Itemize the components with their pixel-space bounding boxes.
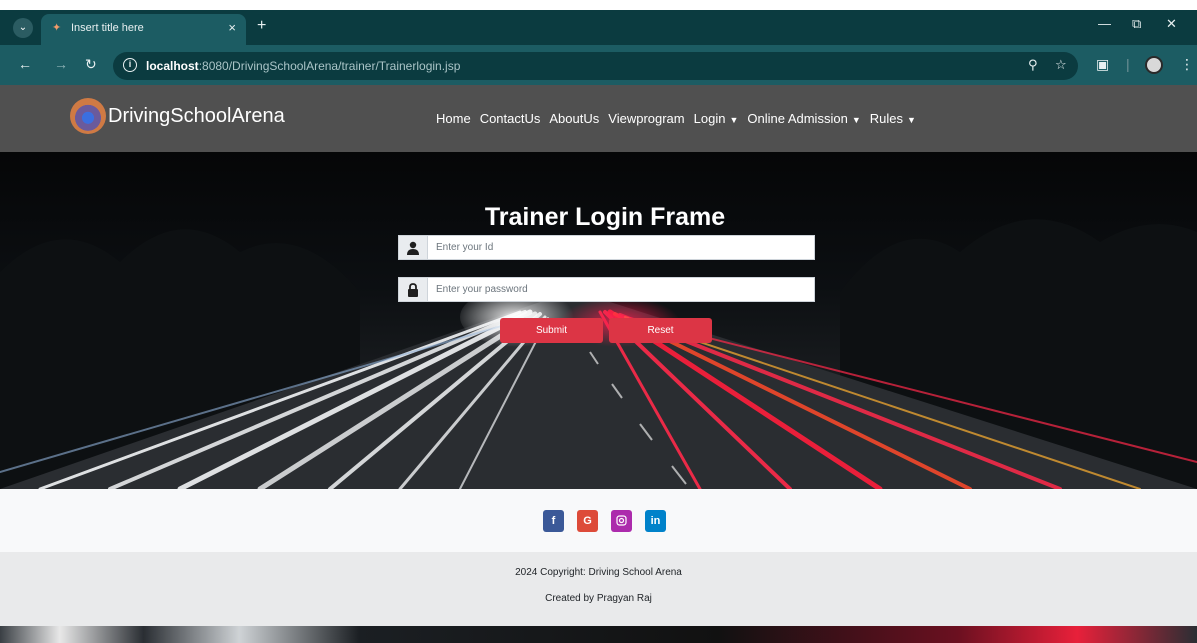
nav-online-admission-label: Online Admission (747, 111, 848, 126)
browser-tab[interactable]: ✦ Insert title here × (41, 14, 246, 45)
site-info-icon[interactable]: i (123, 58, 137, 72)
profile-avatar[interactable] (1145, 56, 1163, 74)
lock-icon (398, 277, 428, 302)
brand-name: DrivingSchoolArena (108, 104, 285, 127)
back-icon[interactable]: ← (18, 56, 32, 72)
password-input[interactable]: Enter your password (428, 277, 815, 302)
user-icon (398, 235, 428, 260)
footer-copyright-bar (0, 552, 1197, 626)
nav-home[interactable]: Home (436, 111, 471, 126)
address-bar[interactable]: i localhost:8080/DrivingSchoolArena/trai… (113, 52, 1078, 80)
tab-search-chevron-icon[interactable]: ⌄ (13, 18, 33, 38)
submit-button[interactable]: Submit (500, 318, 603, 343)
form-title: Trainer Login Frame (484, 203, 726, 231)
nav-login-label: Login (693, 111, 726, 126)
top-strip (0, 0, 1197, 10)
nav-aboutus[interactable]: AboutUs (549, 111, 599, 126)
favicon-icon: ✦ (52, 22, 62, 34)
zoom-icon[interactable]: ⚲ (1028, 57, 1038, 73)
reset-button[interactable]: Reset (609, 318, 712, 343)
minimize-icon[interactable]: — (1098, 16, 1111, 31)
menu-kebab-icon[interactable]: ⋮ (1180, 56, 1194, 73)
reload-icon[interactable]: ↻ (85, 56, 97, 73)
toolbar-divider: | (1126, 56, 1130, 72)
credit-text: Created by Pragyan Raj (545, 593, 652, 604)
linkedin-icon[interactable]: in (645, 510, 666, 532)
bookmark-star-icon[interactable]: ☆ (1055, 57, 1067, 73)
id-input[interactable]: Enter your Id (428, 235, 815, 260)
nav-contactus[interactable]: ContactUs (480, 111, 541, 126)
new-tab-icon[interactable]: + (257, 17, 266, 35)
id-input-group: Enter your Id (398, 235, 815, 260)
caret-down-icon: ▼ (729, 115, 739, 125)
forward-icon[interactable]: → (54, 56, 68, 72)
close-window-icon[interactable]: ✕ (1166, 16, 1177, 32)
url-text: localhost:8080/DrivingSchoolArena/traine… (146, 59, 460, 73)
tab-title: Insert title here (71, 22, 144, 34)
nav-rules-label: Rules (869, 111, 903, 126)
brand-logo-icon (70, 98, 106, 134)
screen: ⌄ ✦ Insert title here × + — ⧉ ✕ ← → ↻ i … (0, 0, 1197, 643)
extensions-icon[interactable]: ▣ (1096, 56, 1109, 73)
brand[interactable]: DrivingSchoolArena (70, 96, 285, 136)
nav-viewprogram[interactable]: Viewprogram (608, 111, 684, 126)
copyright-text: 2024 Copyright: Driving School Arena (515, 567, 682, 578)
caret-down-icon: ▼ (851, 115, 861, 125)
password-input-group: Enter your password (398, 277, 815, 302)
tab-close-icon[interactable]: × (228, 20, 236, 35)
caret-down-icon: ▼ (906, 115, 916, 125)
nav-rules-dropdown[interactable]: Rules ▼ (870, 111, 916, 126)
nav-online-admission-dropdown[interactable]: Online Admission ▼ (747, 111, 860, 126)
background-peek (0, 626, 1197, 643)
url-path: :8080/DrivingSchoolArena/trainer/Trainer… (198, 59, 461, 73)
restore-icon[interactable]: ⧉ (1132, 16, 1141, 32)
url-host: localhost (146, 59, 199, 73)
nav-links: Home ContactUs AboutUs Viewprogram Login… (436, 111, 925, 126)
nav-login-dropdown[interactable]: Login ▼ (694, 111, 739, 126)
google-icon[interactable]: G (577, 510, 598, 532)
facebook-icon[interactable]: f (543, 510, 564, 532)
instagram-icon[interactable] (611, 510, 632, 532)
footer-social-bar (0, 489, 1197, 552)
